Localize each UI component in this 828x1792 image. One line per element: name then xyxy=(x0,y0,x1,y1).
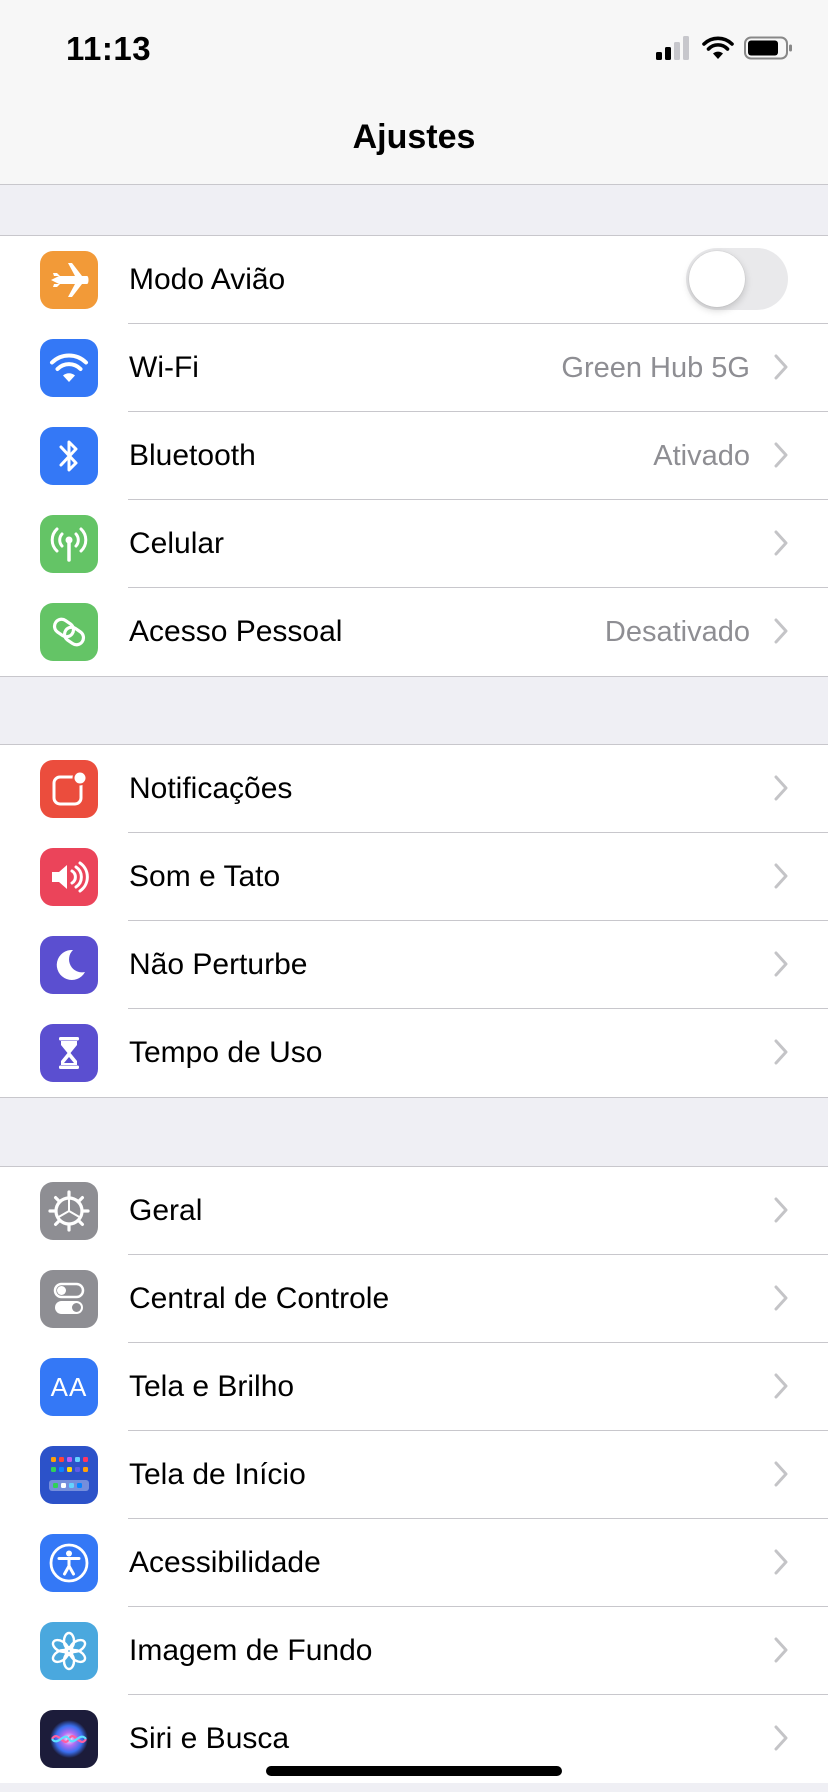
settings-row-label: Tela e Brilho xyxy=(129,1370,295,1403)
settings-row-airplane-mode: Modo Avião xyxy=(0,236,828,324)
bluetooth-icon xyxy=(40,427,98,485)
settings-group-notifications: Notificações Som e Tato Não Perturbe Tem… xyxy=(0,744,828,1098)
speaker-icon xyxy=(40,848,98,906)
bluetooth-status-value: Ativado xyxy=(653,440,750,472)
settings-row-notifications[interactable]: Notificações xyxy=(0,745,828,833)
moon-icon xyxy=(40,936,98,994)
hourglass-icon xyxy=(40,1024,98,1082)
text-size-icon: AA xyxy=(40,1358,98,1416)
chevron-right-icon xyxy=(774,1039,788,1065)
chevron-right-icon xyxy=(774,442,788,468)
wifi-icon xyxy=(40,339,98,397)
settings-row-do-not-disturb[interactable]: Não Perturbe xyxy=(0,921,828,1009)
chevron-right-icon xyxy=(774,1461,788,1487)
settings-row-label: Tela de Início xyxy=(129,1458,306,1491)
settings-row-label: Não Perturbe xyxy=(129,948,308,981)
chevron-right-icon xyxy=(774,1373,788,1399)
notifications-icon xyxy=(40,760,98,818)
flower-icon xyxy=(40,1622,98,1680)
settings-row-screen-time[interactable]: Tempo de Uso xyxy=(0,1009,828,1097)
chevron-right-icon xyxy=(774,618,788,644)
settings-group-connectivity: Modo Avião Wi-Fi Green Hub 5G Bluetooth … xyxy=(0,235,828,677)
settings-row-bluetooth[interactable]: Bluetooth Ativado xyxy=(0,412,828,500)
settings-row-label: Celular xyxy=(129,527,225,560)
navigation-bar: Ajustes xyxy=(0,96,828,185)
chevron-right-icon xyxy=(774,354,788,380)
settings-row-label: Geral xyxy=(129,1194,203,1227)
settings-row-sounds-haptics[interactable]: Som e Tato xyxy=(0,833,828,921)
settings-row-label: Notificações xyxy=(129,772,293,805)
antenna-icon xyxy=(40,515,98,573)
cellular-signal-icon xyxy=(656,36,689,60)
siri-icon xyxy=(40,1710,98,1768)
settings-row-control-center[interactable]: Central de Controle xyxy=(0,1255,828,1343)
chevron-right-icon xyxy=(774,1197,788,1223)
status-bar: 11:13 xyxy=(0,0,828,96)
settings-row-accessibility[interactable]: Acessibilidade xyxy=(0,1519,828,1607)
settings-row-personal-hotspot[interactable]: Acesso Pessoal Desativado xyxy=(0,588,828,676)
chevron-right-icon xyxy=(774,1637,788,1663)
settings-row-label: Tempo de Uso xyxy=(129,1036,323,1069)
settings-row-label: Acessibilidade xyxy=(129,1546,321,1579)
text-size-glyph: AA xyxy=(50,1371,88,1402)
settings-row-label: Wi-Fi xyxy=(129,351,199,384)
settings-row-label: Bluetooth xyxy=(129,439,256,472)
status-icons xyxy=(656,36,794,60)
chevron-right-icon xyxy=(774,1725,788,1751)
chevron-right-icon xyxy=(774,951,788,977)
wifi-network-value: Green Hub 5G xyxy=(561,352,750,384)
chevron-right-icon xyxy=(774,775,788,801)
airplane-mode-toggle[interactable] xyxy=(686,248,788,310)
chevron-right-icon xyxy=(774,1549,788,1575)
chevron-right-icon xyxy=(774,863,788,889)
settings-row-wallpaper[interactable]: Imagem de Fundo xyxy=(0,1607,828,1695)
hotspot-status-value: Desativado xyxy=(604,616,750,648)
settings-row-label: Acesso Pessoal xyxy=(129,615,343,648)
settings-row-wifi[interactable]: Wi-Fi Green Hub 5G xyxy=(0,324,828,412)
settings-row-label: Modo Avião xyxy=(129,263,286,296)
home-indicator[interactable] xyxy=(266,1766,562,1776)
switches-icon xyxy=(40,1270,98,1328)
battery-icon xyxy=(744,36,792,60)
chevron-right-icon xyxy=(774,530,788,556)
hotspot-icon xyxy=(40,603,98,661)
settings-row-home-screen[interactable]: Tela de Início xyxy=(0,1431,828,1519)
wifi-status-icon xyxy=(702,36,734,59)
accessibility-icon xyxy=(40,1534,98,1592)
status-time: 11:13 xyxy=(66,30,152,67)
settings-row-general[interactable]: Geral xyxy=(0,1167,828,1255)
gear-icon xyxy=(40,1182,98,1240)
settings-row-display-brightness[interactable]: AA Tela e Brilho xyxy=(0,1343,828,1431)
home-grid-icon xyxy=(40,1446,98,1504)
settings-row-label: Som e Tato xyxy=(129,860,281,893)
settings-row-cellular[interactable]: Celular xyxy=(0,500,828,588)
toggle-knob xyxy=(689,251,745,307)
chevron-right-icon xyxy=(774,1285,788,1311)
settings-row-label: Imagem de Fundo xyxy=(129,1634,373,1667)
page-title: Ajustes xyxy=(352,118,476,156)
airplane-icon xyxy=(40,251,98,309)
settings-row-label: Central de Controle xyxy=(129,1282,390,1315)
settings-group-general: Geral Central de Controle AA Tela e Bril… xyxy=(0,1166,828,1783)
